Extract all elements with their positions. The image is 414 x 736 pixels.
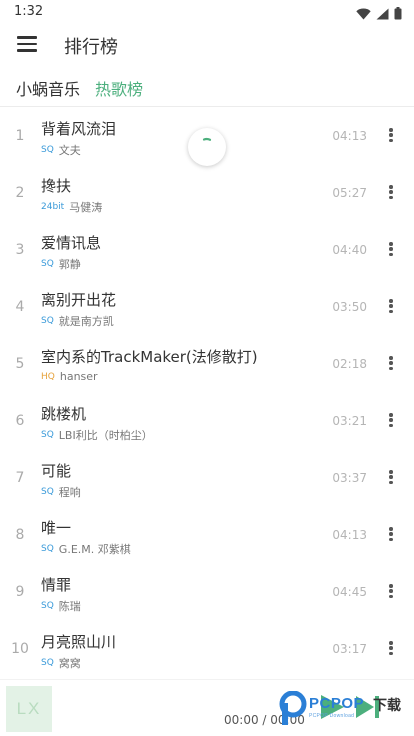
song-meta: 24bit 马健涛 (41, 199, 102, 215)
song-rank: 9 (15, 584, 25, 600)
song-duration: 05:27 (332, 186, 367, 200)
more-vert-icon[interactable] (386, 583, 396, 599)
quality-badge: SQ (41, 544, 54, 554)
song-rank: 5 (15, 356, 25, 372)
more-vert-icon[interactable] (386, 184, 396, 200)
song-meta: SQ LBI利比（时柏尘） (41, 427, 153, 443)
status-bar: 1:32 (0, 0, 414, 24)
watermark-sub: PCPOP Download (309, 713, 355, 719)
song-duration: 03:50 (332, 300, 367, 314)
watermark-logo-icon (279, 690, 307, 731)
watermark-brand: PCPOP (309, 695, 365, 712)
song-artist: G.E.M. 邓紫棋 (58, 543, 131, 556)
wifi-icon (356, 5, 371, 24)
quality-badge: SQ (41, 145, 54, 155)
song-title: 月亮照山川 (41, 633, 117, 651)
song-meta: SQ G.E.M. 邓紫棋 (41, 541, 131, 557)
song-duration: 04:40 (332, 243, 367, 257)
more-vert-icon[interactable] (386, 127, 396, 143)
song-artist: 文夫 (58, 144, 81, 157)
quality-badge: SQ (41, 487, 54, 497)
tab-xiaowo-music[interactable]: 小蜗音乐 (16, 76, 80, 100)
song-duration: 04:13 (332, 528, 367, 542)
quality-badge: 24bit (41, 202, 65, 212)
song-meta: SQ 程响 (41, 484, 81, 500)
song-row[interactable]: 4 离别开出花 SQ 就是南方凯 03:50 (0, 278, 414, 335)
song-rank: 4 (15, 299, 25, 315)
song-row[interactable]: 10 月亮照山川 SQ 窝窝 03:17 (0, 620, 414, 677)
song-artist: hanser (59, 370, 98, 383)
song-artist: 就是南方凯 (58, 315, 114, 328)
song-artist: 郭静 (58, 258, 81, 271)
song-meta: SQ 窝窝 (41, 655, 81, 671)
watermark-label: 下载 (373, 698, 401, 714)
song-rank: 10 (11, 641, 29, 657)
song-title: 唯一 (41, 519, 72, 537)
loading-spinner-icon (188, 128, 226, 166)
song-title: 情罪 (41, 576, 72, 594)
quality-badge: SQ (41, 316, 54, 326)
song-title: 室内系的TrackMaker(法修散打) (41, 348, 258, 366)
song-meta: HQ hanser (41, 370, 98, 383)
song-artist: 窝窝 (58, 657, 81, 670)
battery-icon (394, 5, 402, 24)
song-row[interactable]: 8 唯一 SQ G.E.M. 邓紫棋 04:13 (0, 506, 414, 563)
quality-badge: SQ (41, 601, 54, 611)
app-bar: 排行榜 (0, 24, 414, 66)
song-meta: SQ 陈瑞 (41, 598, 81, 614)
song-duration: 03:21 (332, 414, 367, 428)
more-vert-icon[interactable] (386, 526, 396, 542)
more-vert-icon[interactable] (386, 640, 396, 656)
quality-badge: SQ (41, 658, 54, 668)
status-time: 1:32 (14, 4, 44, 19)
more-vert-icon[interactable] (386, 355, 396, 371)
more-vert-icon[interactable] (386, 469, 396, 485)
more-vert-icon[interactable] (386, 241, 396, 257)
song-title: 可能 (41, 462, 72, 480)
source-tabs: 小蜗音乐 热歌榜 (0, 70, 414, 106)
song-rank: 1 (15, 128, 25, 144)
song-rank: 7 (15, 470, 25, 486)
song-title: 搀扶 (41, 177, 72, 195)
album-cover[interactable]: LX (6, 686, 52, 732)
song-duration: 03:37 (332, 471, 367, 485)
song-duration: 03:17 (332, 642, 367, 656)
song-duration: 02:18 (332, 357, 367, 371)
song-meta: SQ 就是南方凯 (41, 313, 114, 329)
song-rank: 8 (15, 527, 25, 543)
signal-icon (376, 5, 389, 24)
song-artist: LBI利比（时柏尘） (58, 429, 153, 442)
status-icons (356, 5, 402, 24)
song-row[interactable]: 5 室内系的TrackMaker(法修散打) HQ hanser 02:18 (0, 335, 414, 392)
song-rank: 3 (15, 242, 25, 258)
song-row[interactable]: 2 搀扶 24bit 马健涛 05:27 (0, 164, 414, 221)
song-row[interactable]: 7 可能 SQ 程响 03:37 (0, 449, 414, 506)
song-artist: 程响 (58, 486, 81, 499)
quality-badge: SQ (41, 430, 54, 440)
song-duration: 04:45 (332, 585, 367, 599)
song-row[interactable]: 9 情罪 SQ 陈瑞 04:45 (0, 563, 414, 620)
song-artist: 陈瑞 (58, 600, 81, 613)
song-title: 背着风流泪 (41, 120, 117, 138)
menu-icon[interactable] (17, 36, 37, 52)
page-title: 排行榜 (64, 37, 118, 58)
more-vert-icon[interactable] (386, 412, 396, 428)
song-rank: 2 (15, 185, 25, 201)
song-list: 1 背着风流泪 SQ 文夫 04:13 2 搀扶 24bit 马健涛 05:27 3 爱情讯息 SQ 郭静… (0, 107, 414, 677)
more-vert-icon[interactable] (386, 298, 396, 314)
song-rank: 6 (15, 413, 25, 429)
song-row[interactable]: 6 跳楼机 SQ LBI利比（时柏尘） 03:21 (0, 392, 414, 449)
song-title: 跳楼机 (41, 405, 87, 423)
quality-badge: SQ (41, 259, 54, 269)
song-meta: SQ 文夫 (41, 142, 81, 158)
watermark: PCPOP PCPOP Download 下载 (279, 690, 414, 730)
song-title: 离别开出花 (41, 291, 117, 309)
tab-hot-songs[interactable]: 热歌榜 (95, 76, 143, 100)
song-duration: 04:13 (332, 129, 367, 143)
song-artist: 马健涛 (69, 201, 103, 214)
song-row[interactable]: 3 爱情讯息 SQ 郭静 04:40 (0, 221, 414, 278)
quality-badge: HQ (41, 371, 55, 382)
song-title: 爱情讯息 (41, 234, 102, 252)
song-meta: SQ 郭静 (41, 256, 81, 272)
